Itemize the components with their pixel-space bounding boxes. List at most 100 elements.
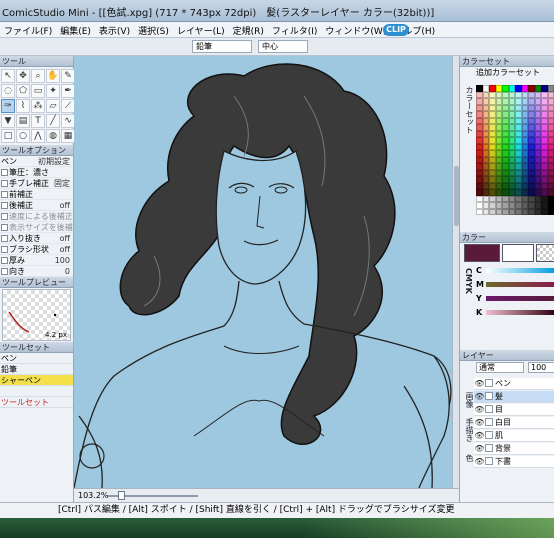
- drawing-canvas[interactable]: [74, 56, 459, 488]
- color-set-select[interactable]: 追加カラーセット: [460, 67, 554, 79]
- option-checkbox[interactable]: [1, 180, 8, 187]
- magic-wand-icon[interactable]: ✦: [46, 84, 60, 98]
- menu-window[interactable]: ウィンドウ(W): [321, 22, 390, 37]
- eye-icon[interactable]: 👁: [474, 417, 485, 429]
- menu-file[interactable]: ファイル(F): [0, 22, 56, 37]
- option-checkbox[interactable]: [1, 246, 8, 253]
- reset-button[interactable]: 初期設定: [38, 156, 70, 167]
- transparent-color-swatch[interactable]: [536, 244, 554, 262]
- eraser-icon[interactable]: ▱: [46, 99, 60, 113]
- menu-view[interactable]: 表示(V): [95, 22, 134, 37]
- slider-c[interactable]: C: [476, 266, 554, 275]
- layer-row[interactable]: 👁 白目: [474, 417, 554, 429]
- slider-k-track[interactable]: [486, 310, 554, 315]
- layer-row[interactable]: 👁 目: [474, 404, 554, 416]
- zoom-icon[interactable]: ⌕: [31, 69, 45, 83]
- eye-icon[interactable]: 👁: [474, 391, 485, 403]
- layer-row[interactable]: 👁 下書: [474, 456, 554, 468]
- select-pen-icon[interactable]: ✒: [61, 84, 75, 98]
- zoom-slider-knob[interactable]: [118, 491, 125, 500]
- tool-preset-item[interactable]: ペン: [0, 353, 73, 364]
- brush-icon[interactable]: ⌇: [16, 99, 30, 113]
- canvas-area[interactable]: [74, 56, 459, 488]
- tool-preset-item[interactable]: [0, 386, 73, 397]
- sub-color-swatch[interactable]: [502, 244, 534, 262]
- tool-option-row[interactable]: 向き 0: [0, 266, 73, 277]
- tool-option-row[interactable]: ブラシ形状 off: [0, 244, 73, 255]
- layer-lock-checkbox[interactable]: [485, 444, 493, 452]
- anchor-select[interactable]: 中心: [258, 40, 308, 53]
- layer-row[interactable]: 👁 ペン: [474, 378, 554, 390]
- eye-icon[interactable]: 👁: [474, 430, 485, 442]
- option-checkbox[interactable]: [1, 191, 8, 198]
- gradient-icon[interactable]: ▤: [16, 114, 30, 128]
- layer-lock-checkbox[interactable]: [485, 392, 493, 400]
- option-checkbox[interactable]: [1, 213, 8, 220]
- eye-icon[interactable]: 👁: [474, 378, 485, 390]
- color-swatch[interactable]: [547, 208, 554, 215]
- move-icon[interactable]: ✥: [16, 69, 30, 83]
- tool-preset-item[interactable]: シャーペン: [0, 375, 73, 386]
- tool-option-row[interactable]: 入り抜き off: [0, 233, 73, 244]
- layer-row[interactable]: 👁 髪: [474, 391, 554, 403]
- layer-lock-checkbox[interactable]: [485, 418, 493, 426]
- pen-icon[interactable]: ✑: [1, 99, 15, 113]
- tool-preset-item[interactable]: ツールセット: [0, 397, 73, 408]
- eye-icon[interactable]: 👁: [474, 443, 485, 455]
- eye-icon[interactable]: 👁: [474, 404, 485, 416]
- option-checkbox[interactable]: [1, 268, 8, 275]
- menu-select[interactable]: 選択(S): [134, 22, 173, 37]
- arrow-icon[interactable]: ↖: [1, 69, 15, 83]
- main-color-swatch[interactable]: [464, 244, 500, 262]
- menu-ruler[interactable]: 定規(R): [229, 22, 268, 37]
- tool-option-row[interactable]: 速度による後補正: [0, 211, 73, 222]
- ellipse-icon[interactable]: ○: [16, 129, 30, 143]
- polyline-icon[interactable]: ⋀: [31, 129, 45, 143]
- option-checkbox[interactable]: [1, 202, 8, 209]
- slider-m[interactable]: M: [476, 280, 554, 289]
- menu-filter[interactable]: フィルタ(I): [268, 22, 322, 37]
- pattern-icon[interactable]: ▦: [61, 129, 75, 143]
- fill-icon[interactable]: ▼: [1, 114, 15, 128]
- lasso-icon[interactable]: ◌: [1, 84, 15, 98]
- tool-preset-item[interactable]: 鉛筆: [0, 364, 73, 375]
- clip-badge[interactable]: CLIP: [383, 24, 409, 36]
- tab-pen[interactable]: ペン: [1, 157, 17, 166]
- canvas-vertical-scrollbar[interactable]: [452, 56, 459, 488]
- airbrush-icon[interactable]: ⁂: [31, 99, 45, 113]
- lasso-poly-icon[interactable]: ⬠: [16, 84, 30, 98]
- tool-option-row[interactable]: 厚み 100: [0, 255, 73, 266]
- tool-option-row[interactable]: 手ブレ補正 固定: [0, 178, 73, 189]
- ruler-icon[interactable]: ⟋: [61, 99, 75, 113]
- layer-row[interactable]: 👁 肌: [474, 430, 554, 442]
- tool-option-row[interactable]: 筆圧：濃さ: [0, 167, 73, 178]
- layer-lock-checkbox[interactable]: [485, 405, 493, 413]
- option-checkbox[interactable]: [1, 235, 8, 242]
- option-checkbox[interactable]: [1, 257, 8, 264]
- layer-lock-checkbox[interactable]: [485, 431, 493, 439]
- layer-lock-checkbox[interactable]: [485, 457, 493, 465]
- tool-option-row[interactable]: 後補正 off: [0, 200, 73, 211]
- opacity-field[interactable]: 100: [528, 362, 554, 373]
- eye-icon[interactable]: 👁: [474, 456, 485, 468]
- curve-icon[interactable]: ∿: [61, 114, 75, 128]
- text-icon[interactable]: T: [31, 114, 45, 128]
- slider-c-track[interactable]: [486, 268, 554, 273]
- tool-select[interactable]: 鉛筆: [192, 40, 252, 53]
- eyedropper-icon[interactable]: ✎: [61, 69, 75, 83]
- option-checkbox[interactable]: [1, 224, 8, 231]
- tool-option-row[interactable]: 前補正: [0, 189, 73, 200]
- hand-icon[interactable]: ✋: [46, 69, 60, 83]
- slider-y[interactable]: Y: [476, 294, 554, 303]
- marquee-icon[interactable]: ▭: [31, 84, 45, 98]
- slider-y-track[interactable]: [486, 296, 554, 301]
- blend-mode-select[interactable]: 通常: [476, 362, 524, 373]
- option-checkbox[interactable]: [1, 169, 8, 176]
- slider-k[interactable]: K: [476, 308, 554, 317]
- slider-m-track[interactable]: [486, 282, 554, 287]
- menu-layer[interactable]: レイヤー(L): [173, 22, 229, 37]
- tool-option-row[interactable]: 表示サイズを後補正に依存: [0, 222, 105, 233]
- blur-icon[interactable]: ◍: [46, 129, 60, 143]
- layer-row[interactable]: 👁 背景: [474, 443, 554, 455]
- rect-icon[interactable]: □: [1, 129, 15, 143]
